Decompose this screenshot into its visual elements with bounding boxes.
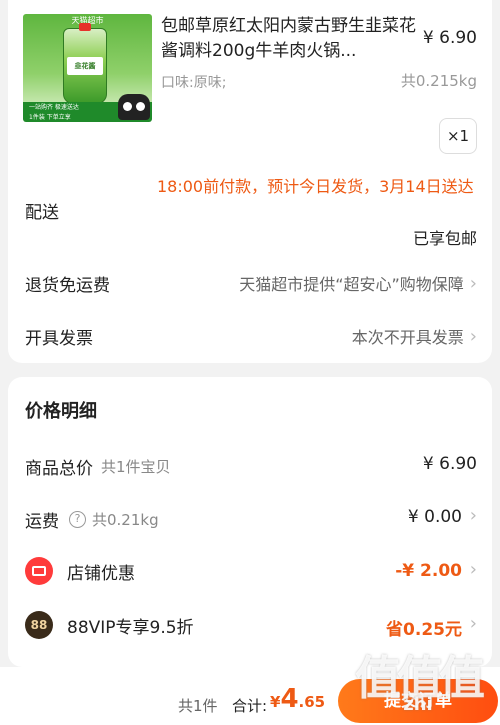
invoice-row[interactable]: 本次不开具发票 › [352, 324, 477, 348]
total-amount: ¥4.65 [270, 684, 325, 714]
pouch-cap [79, 23, 91, 31]
vip-value: 省0.25元 [386, 620, 462, 640]
return-freight-label: 退货免运费 [25, 276, 110, 296]
delivery-estimate: 18:00前付款，预计今日发货，3月14日送达 [157, 177, 474, 196]
goods-total-sub: 共1件宝贝 [101, 458, 171, 476]
product-pouch-image: 韭花酱 [63, 23, 107, 104]
total-int: 4 [280, 684, 299, 714]
order-item-card: 天猫超市 韭花酱 一站购齐 极速送达 1件装 下单立享 包邮草原红太阳内蒙古野生… [8, 0, 492, 363]
invoice-value: 本次不开具发票 [351, 328, 464, 347]
return-freight-value: 天猫超市提供“超安心”购物保障 [239, 275, 464, 294]
pouch-label: 韭花酱 [67, 57, 103, 75]
product-weight: 共0.215kg [400, 72, 477, 90]
tmall-cat-icon [118, 94, 150, 120]
shop-discount-label: 店铺优惠 [67, 563, 135, 584]
chevron-right-icon[interactable]: › [470, 613, 477, 634]
shop-discount-row[interactable]: 店铺优惠 [25, 557, 135, 585]
total-dec: .65 [298, 693, 326, 711]
cat-eye-right [136, 102, 145, 111]
cat-eye-left [123, 102, 132, 111]
price-detail-card: 价格明细 商品总价 共1件宝贝 ¥ 6.90 运费 ? 共0.21kg ¥ 0.… [8, 377, 492, 667]
shop-discount-value: -¥ 2.00 [395, 561, 462, 581]
invoice-label: 开具发票 [25, 329, 93, 349]
help-icon[interactable]: ? [69, 511, 86, 528]
chevron-right-icon: › [469, 272, 477, 294]
chevron-right-icon: › [469, 325, 477, 347]
goods-total-label: 商品总价 [25, 459, 93, 479]
return-freight-row[interactable]: 天猫超市提供“超安心”购物保障 › [239, 271, 477, 295]
delivery-label: 配送 [25, 203, 59, 223]
free-shipping-text: 已享包邮 [412, 229, 477, 248]
total-currency: ¥ [270, 693, 281, 711]
watermark: 值值值 zhi [338, 642, 498, 722]
product-thumbnail[interactable]: 天猫超市 韭花酱 一站购齐 极速送达 1件装 下单立享 [23, 14, 152, 122]
freight-row[interactable]: 运费 ? 共0.21kg [25, 507, 159, 532]
chevron-right-icon[interactable]: › [470, 505, 477, 526]
item-count: 共1件 [178, 697, 218, 715]
product-spec: 口味:原味; [161, 75, 227, 91]
freight-label: 运费 [25, 512, 59, 532]
vip-88-icon: 88 [25, 611, 53, 639]
freight-value: ¥ 0.00 [407, 507, 462, 527]
chevron-right-icon[interactable]: › [470, 559, 477, 580]
freight-sub: 共0.21kg [92, 511, 159, 529]
goods-total-row: 商品总价 共1件宝贝 [25, 454, 171, 479]
vip-label: 88VIP专享9.5折 [67, 617, 194, 638]
product-title[interactable]: 包邮草原红太阳内蒙古野生韭菜花酱调料200g牛羊肉火锅... [161, 14, 416, 64]
product-price: ¥ 6.90 [422, 28, 477, 48]
total-label: 合计: [232, 697, 268, 715]
price-detail-title: 价格明细 [25, 401, 97, 422]
quantity-button[interactable]: ×1 [439, 118, 477, 154]
goods-total-value: ¥ 6.90 [422, 454, 477, 474]
coupon-icon [25, 557, 53, 585]
vip-discount-row[interactable]: 88 88VIP专享9.5折 [25, 611, 194, 639]
